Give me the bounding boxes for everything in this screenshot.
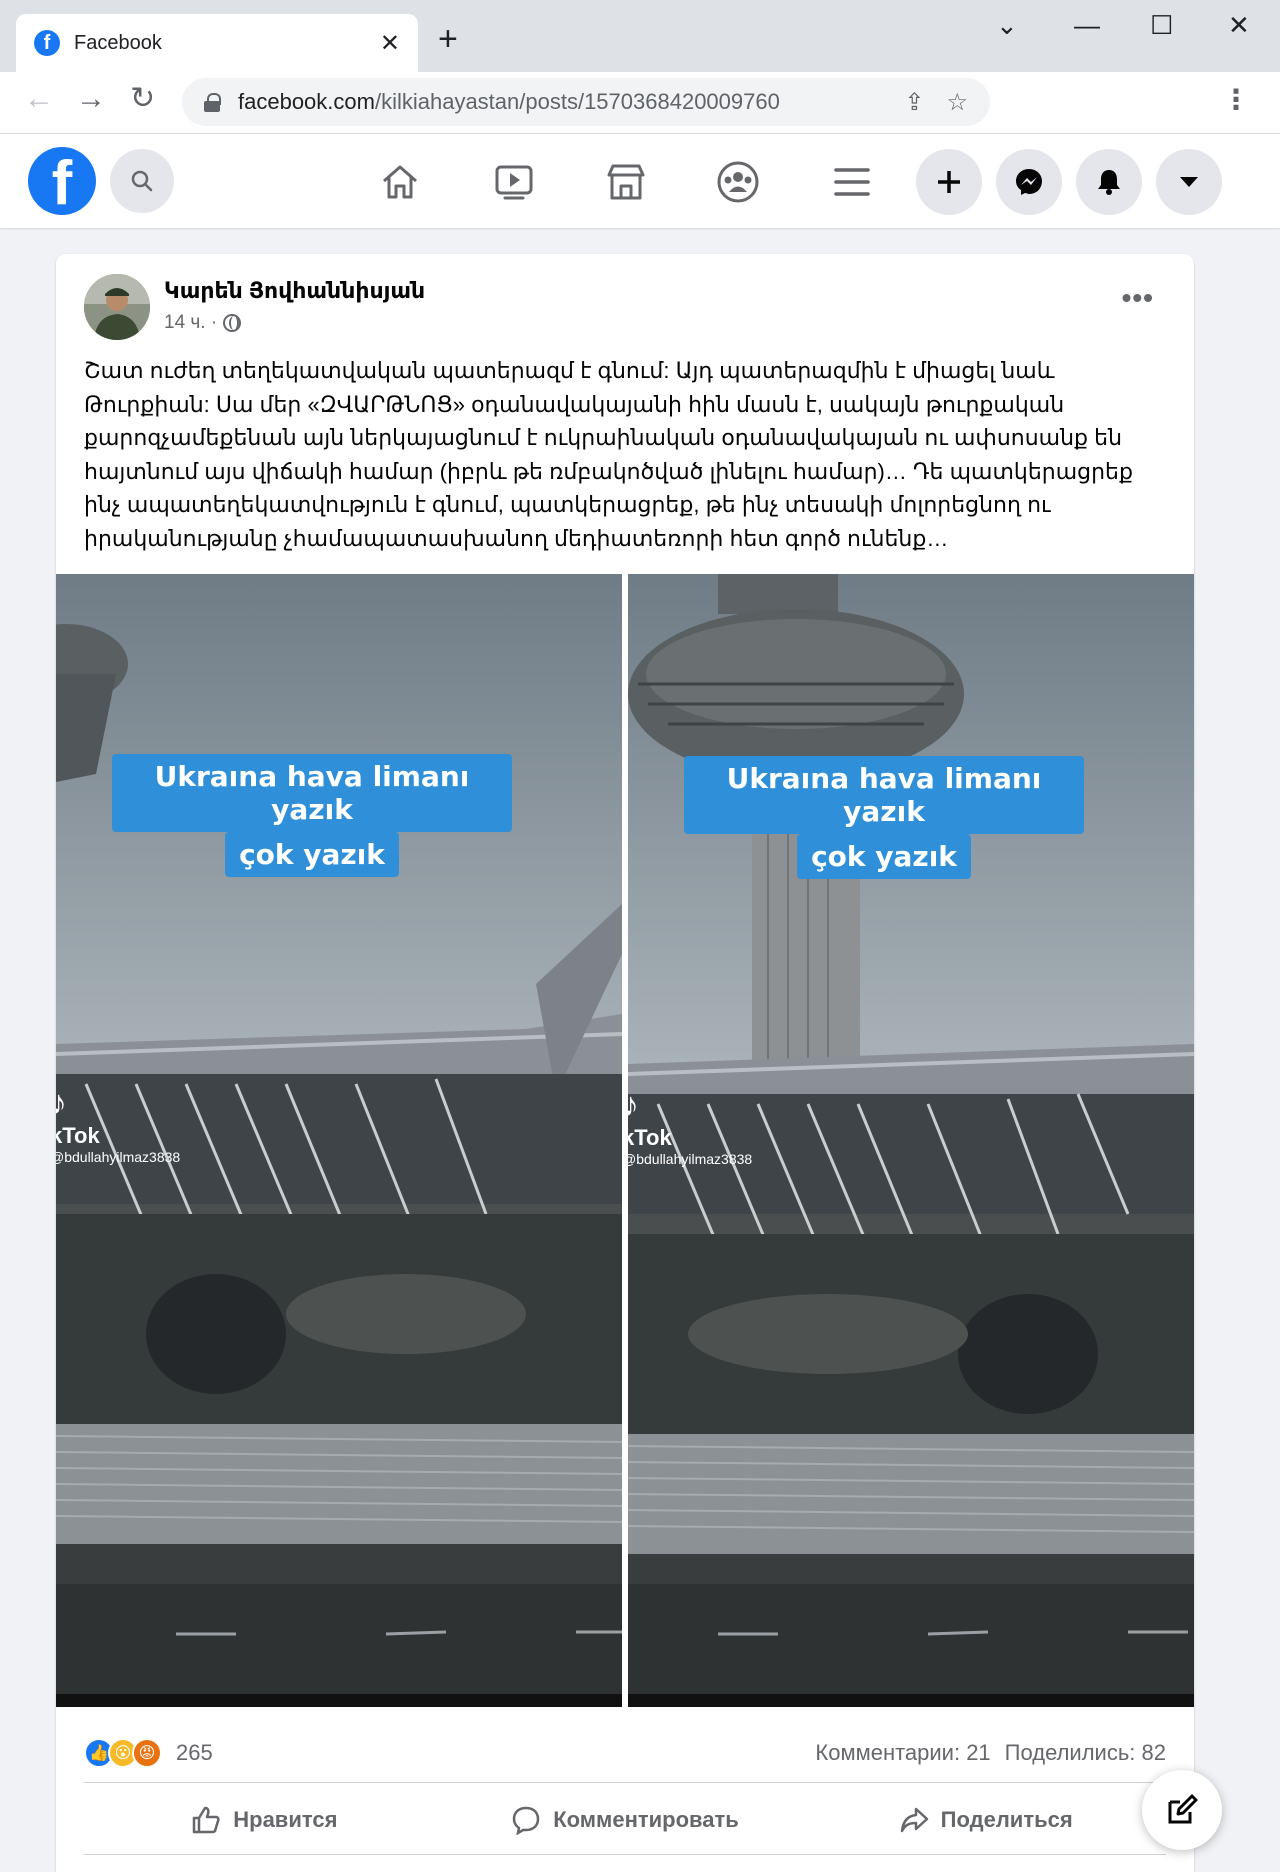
reload-icon[interactable]: ↻ (130, 84, 155, 114)
groups-icon (717, 161, 759, 203)
browser-tab[interactable]: f Facebook ✕ (16, 14, 418, 72)
nav-menu[interactable] (824, 154, 880, 210)
like-label: Нравится (233, 1807, 338, 1832)
comment-label: Комментировать (553, 1807, 739, 1832)
comment-button[interactable]: Комментировать (445, 1788, 806, 1852)
bookmark-star-icon[interactable]: ☆ (946, 88, 968, 117)
post-text-line: քարոզչամեքենան այն ներկայացնում է ուկրաի… (84, 425, 1123, 450)
browser-menu-icon[interactable]: ⋮ (1222, 86, 1250, 114)
post-media[interactable]: Ukraına hava limanı yazık çok yazık ♪ kT… (56, 574, 1194, 1707)
shares-count[interactable]: Поделились: 82 (1005, 1740, 1166, 1766)
forward-arrow-icon[interactable]: → (76, 84, 106, 114)
facebook-logo-icon[interactable]: f (28, 147, 96, 215)
angry-reaction-icon: 😡 (132, 1738, 162, 1768)
comments-count[interactable]: Комментарии: 21 (815, 1740, 990, 1766)
nav-groups[interactable] (710, 154, 766, 210)
bell-icon (1098, 170, 1120, 195)
post-text: Շատ ուժեղ տեղեկատվական պատերազմ է գնում:… (84, 354, 1174, 555)
post-text-line: Շատ ուժեղ տեղեկատվական պատերազմ է գնում:… (84, 358, 1055, 383)
post-text-line: իրականությանը չհամապատասխանող մեդիատեռոր… (84, 525, 949, 551)
maximize-button[interactable]: ☐ (1150, 10, 1173, 41)
reaction-count[interactable]: 265 (176, 1740, 213, 1766)
post-actions: Нравится Комментировать Поделиться (84, 1788, 1166, 1852)
compose-edit-icon (1168, 1794, 1198, 1824)
marketplace-icon (607, 164, 645, 200)
share-page-icon[interactable]: ⇪ (904, 88, 924, 117)
tiktok-logo-icon: ♪ (628, 1086, 639, 1124)
post-options-icon[interactable]: ••• (1122, 282, 1154, 314)
post-text-line: ինչ ապատեղեկատվություն է գնում, պատկերաց… (84, 492, 1051, 517)
divider (84, 1854, 1166, 1855)
author-name[interactable]: Կարեն Յովհաննիսյան (164, 278, 425, 304)
post-meta: 14 ч. · (164, 312, 242, 334)
back-arrow-icon[interactable]: ← (24, 84, 54, 114)
new-tab-button[interactable]: + (438, 22, 458, 56)
browser-toolbar: ← → ↻ facebook.com/kilkiahayastan/posts/… (0, 72, 1280, 134)
address-bar[interactable]: facebook.com/kilkiahayastan/posts/157036… (182, 78, 990, 126)
watermark-brand: kTok (628, 1125, 672, 1150)
watermark-user: @bdullahyilmaz3838 (56, 1149, 181, 1165)
globe-icon (223, 314, 242, 332)
caret-down-icon (1180, 177, 1198, 187)
close-window-button[interactable]: ✕ (1228, 10, 1250, 41)
share-label: Поделиться (940, 1807, 1073, 1832)
caption-line: Ukraına hava limanı yazık (112, 754, 512, 832)
browser-tabstrip: f Facebook ✕ + ⌄ — ☐ ✕ (0, 0, 1280, 72)
home-icon (383, 165, 417, 199)
tiktok-watermark: ♪ kTok @bdullahyilmaz3838 (628, 1086, 752, 1167)
post-card: Կարեն Յովհաննիսյան 14 ч. · ••• Շատ ուժեղ… (56, 254, 1194, 1872)
nav-marketplace[interactable] (598, 154, 654, 210)
tab-close-icon[interactable]: ✕ (380, 29, 400, 58)
share-button[interactable]: Поделиться (805, 1788, 1166, 1852)
tiktok-logo-icon: ♪ (56, 1084, 67, 1122)
url-text[interactable]: facebook.com/kilkiahayastan/posts/157036… (238, 89, 882, 115)
post-text-line: հայտնում այս վիճակի համար (իբրև թե ռմբակ… (84, 458, 1133, 484)
post-stats: 👍 😮 😡 265 Комментарии: 21 Поделились: 82 (84, 1730, 1166, 1776)
caption-line: çok yazık (225, 832, 399, 877)
nav-watch[interactable] (486, 154, 542, 210)
account-button[interactable] (1156, 149, 1222, 215)
tab-search-icon[interactable]: ⌄ (996, 10, 1018, 41)
comment-icon (512, 1806, 540, 1835)
video-caption: Ukraına hava limanı yazık çok yazık (684, 756, 1084, 879)
post-text-line: Թուրքիան: Սա մեր «ԶՎԱՐԹՆՈՑ» օդանավակայան… (84, 391, 1065, 417)
author-avatar[interactable] (84, 274, 150, 340)
post-time[interactable]: 14 ч. · (164, 312, 217, 334)
thumbs-up-icon (193, 1806, 220, 1834)
media-frame-right[interactable]: Ukraına hava limanı yazık çok yazık ♪ kT… (628, 574, 1194, 1707)
search-icon (131, 170, 153, 192)
nav-home[interactable] (372, 154, 428, 210)
video-caption: Ukraına hava limanı yazık çok yazık (112, 754, 512, 877)
notifications-button[interactable] (1076, 149, 1142, 215)
watermark-user: @bdullahyilmaz3838 (628, 1151, 753, 1167)
messenger-icon (1016, 169, 1042, 195)
create-button[interactable] (916, 149, 982, 215)
media-frame-left[interactable]: Ukraına hava limanı yazık çok yazık ♪ kT… (56, 574, 622, 1707)
facebook-navbar: f (0, 134, 1280, 228)
divider (84, 1782, 1166, 1783)
tiktok-watermark: ♪ kTok @bdullahyilmaz3838 (56, 1084, 180, 1165)
search-button[interactable] (110, 149, 174, 213)
like-button[interactable]: Нравится (84, 1788, 445, 1852)
tab-title: Facebook (74, 31, 162, 54)
share-icon (900, 1807, 928, 1833)
hamburger-menu-icon (834, 168, 870, 196)
caption-line: çok yazık (797, 834, 971, 879)
new-message-button[interactable] (1142, 1770, 1222, 1850)
facebook-favicon-icon: f (34, 30, 60, 56)
watermark-brand: kTok (56, 1123, 100, 1148)
video-icon (495, 165, 533, 200)
plus-icon (938, 171, 960, 193)
caption-line: Ukraına hava limanı yazık (684, 756, 1084, 834)
reactions-summary[interactable]: 👍 😮 😡 265 (84, 1738, 213, 1768)
messenger-button[interactable] (996, 149, 1062, 215)
lock-icon[interactable] (204, 93, 221, 112)
minimize-button[interactable]: — (1074, 10, 1100, 41)
